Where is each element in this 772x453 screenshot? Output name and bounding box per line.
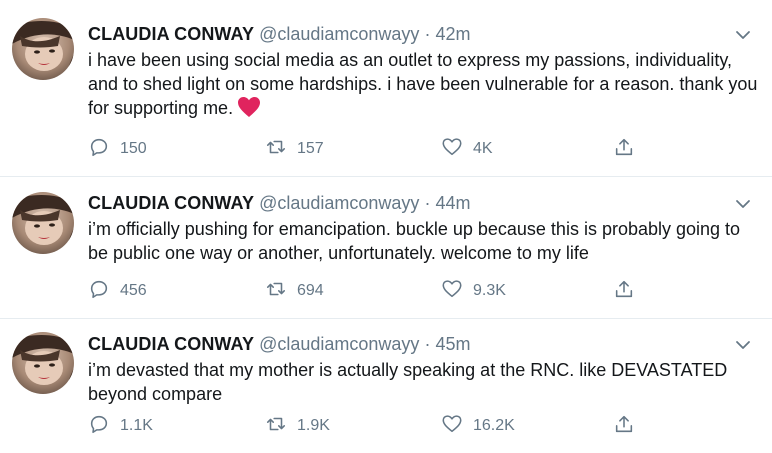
tweet[interactable]: CLAUDIA CONWAY @claudiamconwayy · 42m i … [0,0,772,176]
tweet-actions: 1.1K 1.9K 16.2K [88,413,648,439]
retweet-icon [265,413,287,440]
tweet-header: CLAUDIA CONWAY @claudiamconwayy · 42m [88,22,470,46]
avatar[interactable] [12,192,74,254]
red-heart-emoji-icon [237,96,261,118]
retweet-count: 1.9K [297,417,330,434]
avatar[interactable] [12,18,74,80]
display-name[interactable]: CLAUDIA CONWAY [88,193,254,213]
share-icon [613,278,635,305]
like-button[interactable]: 9.3K [441,278,506,304]
tweet-feed: CLAUDIA CONWAY @claudiamconwayy · 42m i … [0,0,772,453]
share-icon [613,136,635,163]
reply-button[interactable]: 150 [88,136,147,162]
retweet-count: 694 [297,282,324,299]
tweet-header: CLAUDIA CONWAY @claudiamconwayy · 45m [88,332,470,356]
reply-icon [88,278,110,305]
retweet-button[interactable]: 1.9K [265,413,330,439]
share-icon [613,413,635,440]
like-count: 16.2K [473,417,515,434]
tweet-body: i have been using social media as an out… [88,50,758,118]
share-button[interactable] [613,136,635,162]
retweet-button[interactable]: 694 [265,278,324,304]
like-icon [441,413,463,440]
separator-dot: · [424,334,431,354]
like-count: 4K [473,140,493,157]
like-icon [441,136,463,163]
retweet-icon [265,136,287,163]
separator-dot: · [424,24,431,44]
user-handle[interactable]: @claudiamconwayy [259,334,419,354]
tweet-actions: 456 694 9.3K [88,278,648,304]
reply-count: 1.1K [120,417,153,434]
tweet[interactable]: CLAUDIA CONWAY @claudiamconwayy · 44m i’… [0,176,772,318]
share-button[interactable] [613,278,635,304]
reply-count: 456 [120,282,147,299]
reply-button[interactable]: 456 [88,278,147,304]
display-name[interactable]: CLAUDIA CONWAY [88,24,254,44]
chevron-down-icon[interactable] [734,195,752,213]
separator-dot: · [424,193,431,213]
chevron-down-icon[interactable] [734,26,752,44]
retweet-count: 157 [297,140,324,157]
tweet-body: i’m devasted that my mother is actually … [88,360,728,404]
like-icon [441,278,463,305]
timestamp[interactable]: 44m [435,193,470,213]
avatar[interactable] [12,332,74,394]
tweet-actions: 150 157 4K [88,136,648,162]
display-name[interactable]: CLAUDIA CONWAY [88,334,254,354]
timestamp[interactable]: 42m [435,24,470,44]
tweet[interactable]: CLAUDIA CONWAY @claudiamconwayy · 45m i’… [0,318,772,453]
tweet-body: i’m officially pushing for emancipation.… [88,219,741,263]
retweet-icon [265,278,287,305]
user-handle[interactable]: @claudiamconwayy [259,24,419,44]
like-button[interactable]: 4K [441,136,493,162]
retweet-button[interactable]: 157 [265,136,324,162]
chevron-down-icon[interactable] [734,336,752,354]
reply-icon [88,136,110,163]
reply-count: 150 [120,140,147,157]
tweet-header: CLAUDIA CONWAY @claudiamconwayy · 44m [88,191,470,215]
like-button[interactable]: 16.2K [441,413,515,439]
tweet-text: i have been using social media as an out… [88,48,758,120]
tweet-text: i’m officially pushing for emancipation.… [88,217,758,265]
timestamp[interactable]: 45m [435,334,470,354]
reply-icon [88,413,110,440]
like-count: 9.3K [473,282,506,299]
reply-button[interactable]: 1.1K [88,413,153,439]
tweet-text: i’m devasted that my mother is actually … [88,358,758,406]
user-handle[interactable]: @claudiamconwayy [259,193,419,213]
share-button[interactable] [613,413,635,439]
